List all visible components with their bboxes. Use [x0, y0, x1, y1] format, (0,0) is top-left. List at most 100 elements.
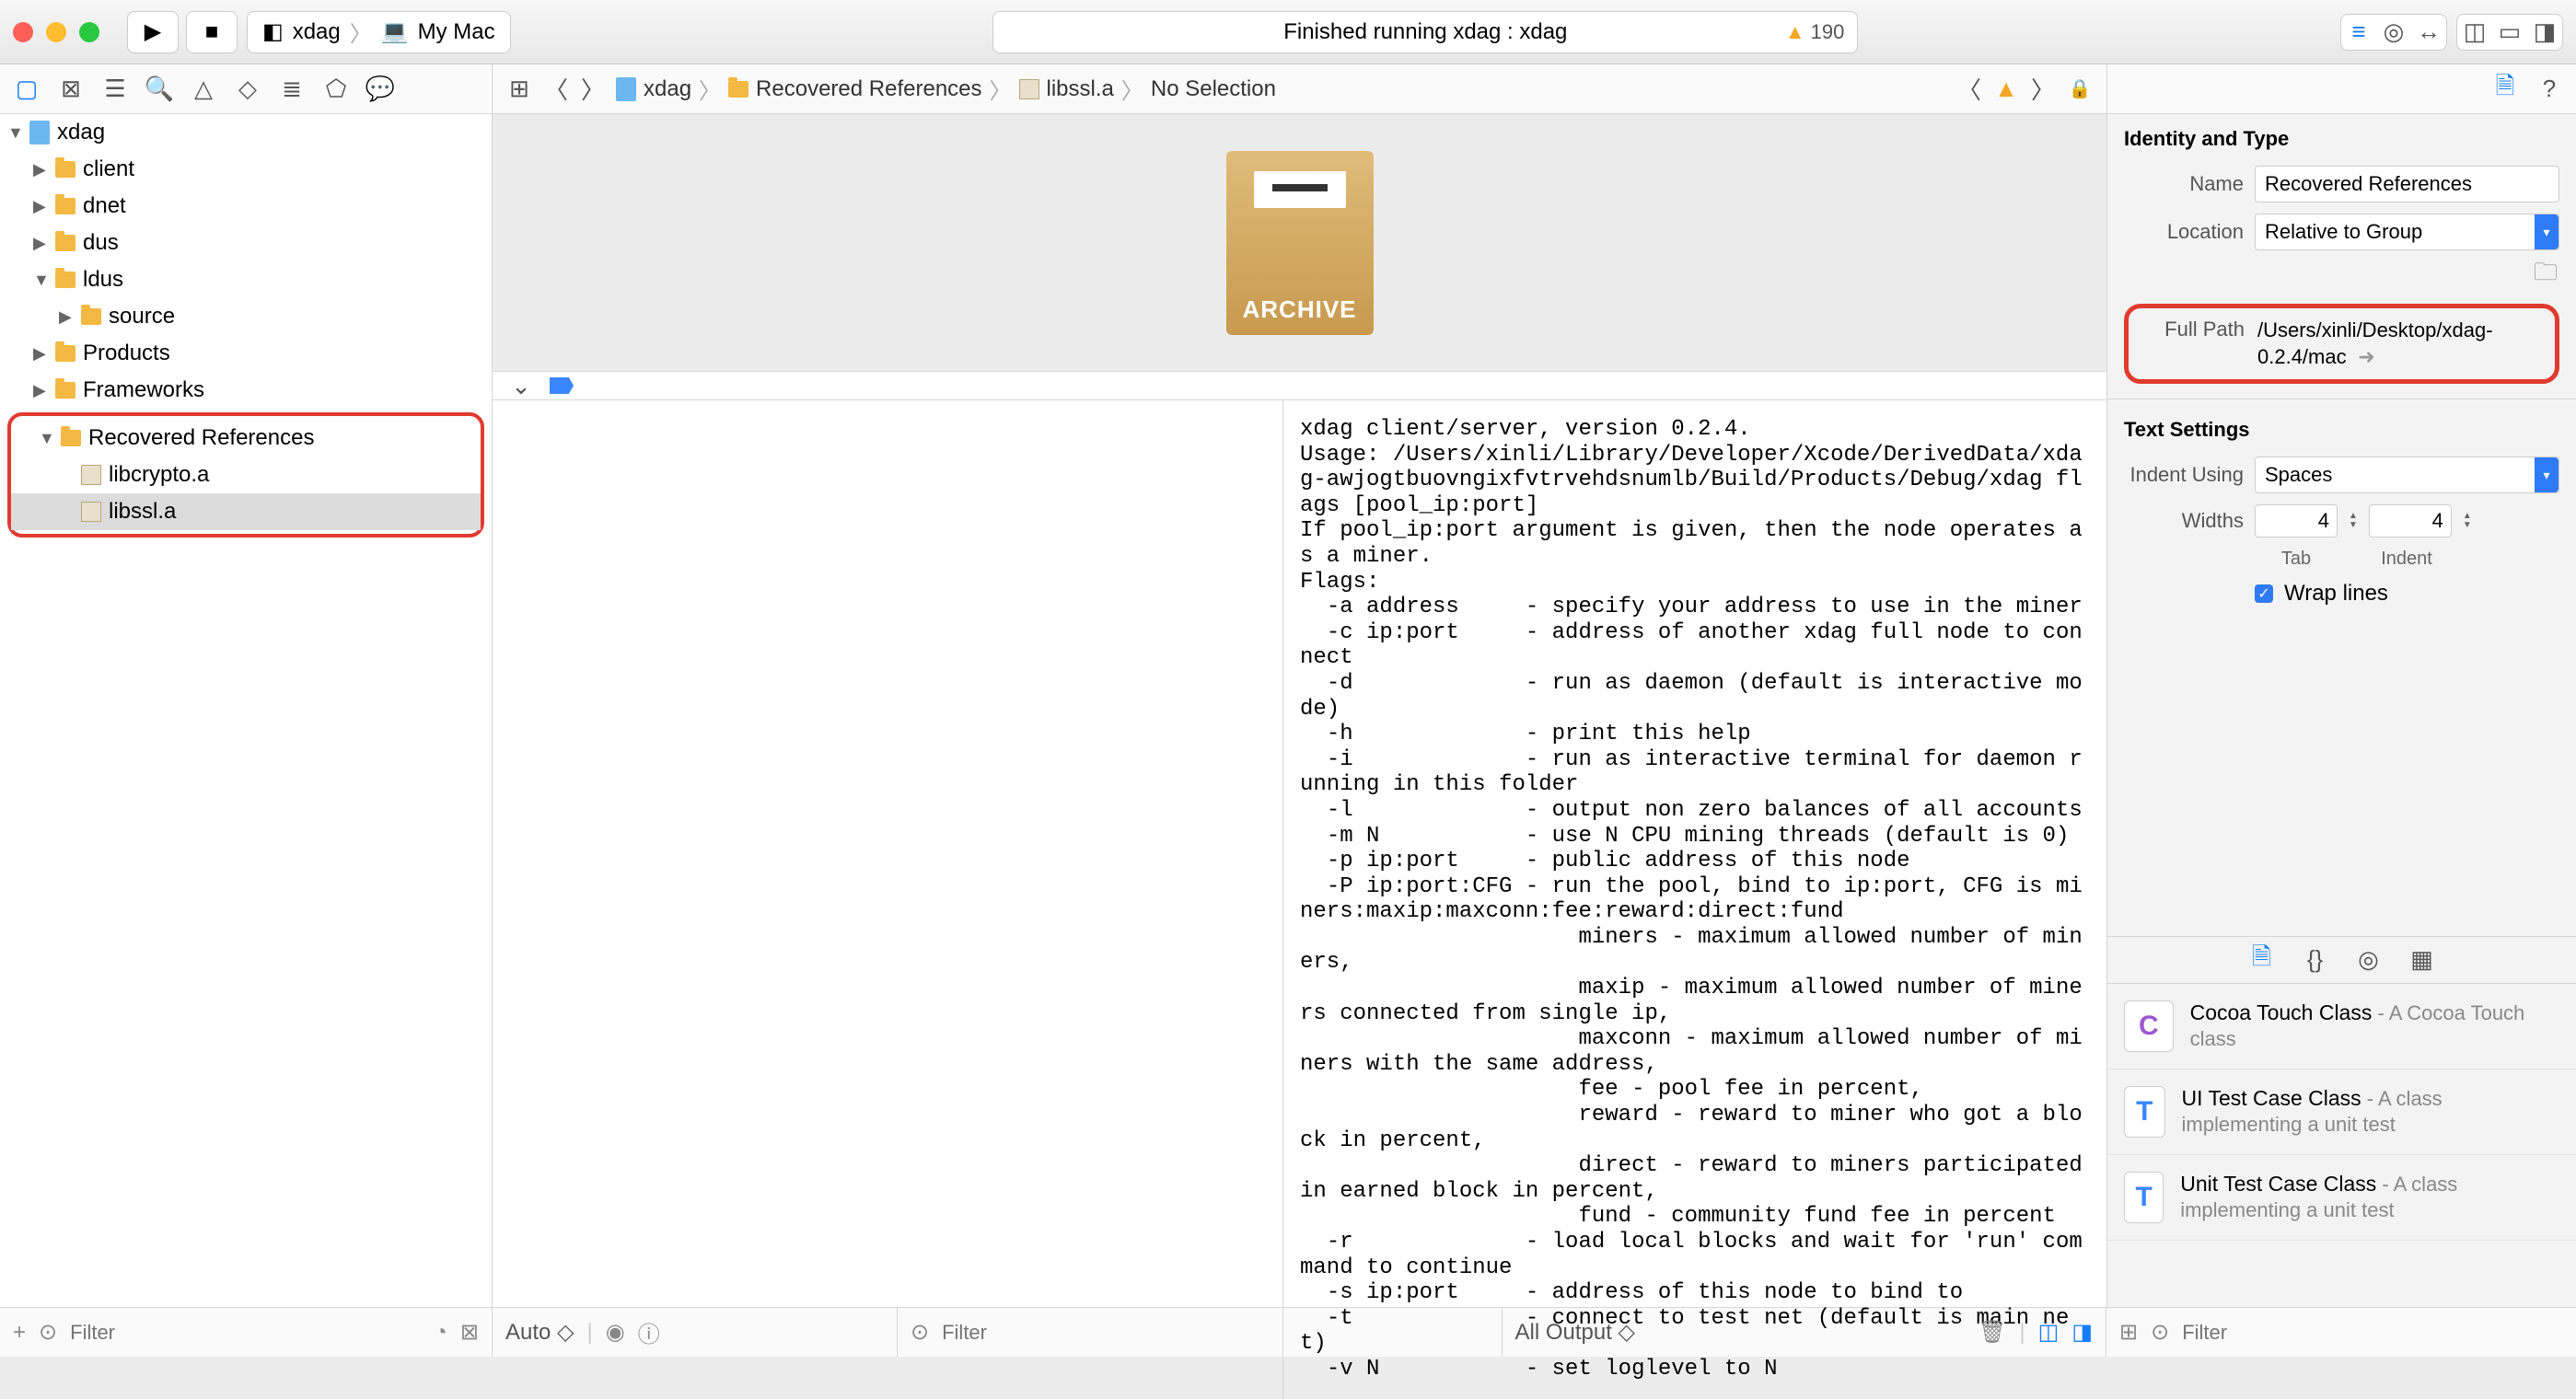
nav-back-icon[interactable]: 〈 [1955, 75, 1983, 103]
all-output-label[interactable]: All Output ◇ [1515, 1319, 1636, 1346]
file-inspector-icon[interactable]: 🗎 [2491, 75, 2519, 103]
tree-root[interactable]: ▼ xdag [0, 114, 492, 151]
reveal-arrow-icon[interactable]: ➜ [2358, 345, 2374, 368]
minimize-window[interactable] [46, 22, 66, 42]
activity-status[interactable]: Finished running xdag : xdag ▲190 [992, 11, 1858, 53]
zoom-window[interactable] [79, 22, 99, 42]
library-item[interactable]: T UI Test Case Class - A class implement… [2107, 1069, 2576, 1155]
lock-icon[interactable] [2066, 75, 2094, 103]
back-icon[interactable]: 〈 [542, 75, 570, 103]
library-item[interactable]: C Cocoa Touch Class - A Cocoa Touch clas… [2107, 984, 2576, 1069]
find-navigator-icon[interactable]: 🔍 [145, 75, 173, 103]
tag-icon[interactable] [550, 377, 574, 394]
tab-width-field[interactable] [2255, 504, 2338, 538]
indent-using-select[interactable]: Spaces ▾ [2255, 457, 2559, 493]
version-editor-icon[interactable]: ↔ [2415, 18, 2443, 46]
code-snippet-tab-icon[interactable]: {} [2302, 946, 2329, 974]
fullpath-label: Full Path [2143, 318, 2245, 341]
toggle-navigator-icon[interactable]: ◫ [2461, 18, 2489, 46]
name-field[interactable] [2255, 166, 2559, 202]
standard-editor-icon[interactable]: ≡ [2345, 18, 2373, 46]
forward-icon[interactable]: 〉 [579, 75, 607, 103]
indent-using-label: Indent Using [2124, 463, 2244, 487]
project-navigator-icon[interactable]: ▢ [13, 75, 41, 103]
quick-help-icon[interactable]: ? [2535, 75, 2563, 103]
symbol-navigator-icon[interactable]: ☰ [101, 75, 129, 103]
folder-icon [728, 81, 748, 98]
variables-filter-input[interactable] [942, 1321, 1488, 1345]
stop-button[interactable]: ■ [186, 11, 238, 53]
close-window[interactable] [13, 22, 33, 42]
test-navigator-icon[interactable]: ◇ [234, 75, 261, 103]
media-tab-icon[interactable]: ▦ [2408, 946, 2436, 974]
auto-label[interactable]: Auto ◇ [505, 1319, 574, 1346]
inspector-panel: Identity and Type Name Location Relative… [2106, 114, 2576, 1307]
run-button[interactable]: ▶ [127, 11, 179, 53]
eye-icon[interactable]: ◉ [606, 1319, 625, 1346]
indent-width-field[interactable] [2369, 504, 2452, 538]
text-settings-title: Text Settings [2107, 405, 2576, 451]
object-tab-icon[interactable]: ◎ [2355, 946, 2383, 974]
breadcrumb[interactable]: xdag〉 Recovered References〉 libssl.a〉 No… [616, 73, 1276, 105]
dropdown-icon[interactable]: ⌄ [507, 372, 535, 399]
folder-icon [55, 272, 75, 288]
recent-icon[interactable]: ◔ [434, 1320, 447, 1346]
navigator-filter-input[interactable] [70, 1321, 421, 1345]
tree-item[interactable]: ▶dnet [0, 188, 492, 225]
library-item[interactable]: T Unit Test Case Class - A class impleme… [2107, 1155, 2576, 1241]
stop-icon: ■ [205, 19, 219, 45]
info-icon[interactable]: ⓘ [638, 1316, 660, 1348]
trash-icon[interactable]: 🗑 [1978, 1319, 2006, 1346]
tree-folder-recovered[interactable]: ▼ Recovered References [11, 420, 481, 457]
show-variables-icon[interactable]: ◫ [2038, 1319, 2060, 1346]
editor-area: ARCHIVE ⌄ xdag client/server, version 0.… [493, 114, 2106, 1307]
wrap-lines-checkbox[interactable]: ✓ [2255, 584, 2273, 603]
location-label: Location [2124, 220, 2244, 244]
scheme-destination: My Mac [418, 19, 495, 45]
fullpath-value: /Users/xinli/Desktop/xdag-0.2.4/mac [2257, 318, 2493, 368]
report-navigator-icon[interactable]: 💬 [366, 75, 394, 103]
breakpoint-navigator-icon[interactable]: ⬠ [322, 75, 350, 103]
toggle-inspector-icon[interactable]: ◨ [2531, 18, 2559, 46]
tree-item[interactable]: ▶Frameworks [0, 372, 492, 409]
project-icon [616, 77, 636, 101]
file-template-tab-icon[interactable]: 🗎 [2248, 946, 2276, 974]
console-output[interactable]: xdag client/server, version 0.2.4. Usage… [1283, 400, 2106, 1399]
scm-icon[interactable]: ⊠ [460, 1319, 479, 1346]
variables-view[interactable] [493, 400, 1283, 1399]
toggle-debug-icon[interactable]: ▭ [2496, 18, 2524, 46]
related-items-icon[interactable]: ⊞ [505, 75, 533, 103]
tree-item-libcrypto[interactable]: libcrypto.a [11, 457, 481, 493]
folder-icon [55, 198, 75, 214]
identity-section-title: Identity and Type [2107, 114, 2576, 160]
wrap-lines-label: Wrap lines [2284, 581, 2388, 607]
issue-navigator-icon[interactable]: △ [190, 75, 217, 103]
tree-item[interactable]: ▶Products [0, 335, 492, 372]
archive-label: ARCHIVE [1242, 295, 1356, 324]
source-control-icon[interactable]: ⊠ [57, 75, 85, 103]
debug-navigator-icon[interactable]: ≣ [278, 75, 306, 103]
scheme-selector[interactable]: ◧ xdag 〉 💻 My Mac [247, 11, 511, 53]
tree-item[interactable]: ▶dus [0, 225, 492, 261]
file-preview: ARCHIVE [493, 114, 2106, 372]
tree-item[interactable]: ▶source [0, 298, 492, 335]
nav-forward-icon[interactable]: 〉 [2029, 75, 2057, 103]
indent-stepper[interactable]: ▲▼ [2463, 512, 2472, 530]
tree-item[interactable]: ▶client [0, 151, 492, 188]
add-icon[interactable]: + [13, 1320, 26, 1346]
archive-icon [81, 465, 101, 485]
target-icon: ◧ [262, 18, 284, 45]
grid-icon[interactable]: ⊞ [2119, 1319, 2138, 1346]
archive-icon [81, 502, 101, 522]
tab-stepper[interactable]: ▲▼ [2349, 512, 2358, 530]
assistant-editor-icon[interactable]: ◎ [2380, 18, 2408, 46]
folder-icon [55, 161, 75, 178]
nav-warning-icon[interactable]: ▲ [1992, 75, 2020, 103]
library-filter-input[interactable] [2182, 1321, 2563, 1345]
show-console-icon[interactable]: ◨ [2071, 1319, 2093, 1346]
tree-item-libssl[interactable]: libssl.a [11, 493, 481, 530]
location-select[interactable]: Relative to Group ▾ [2255, 214, 2559, 250]
tree-item[interactable]: ▼ldus [0, 261, 492, 298]
scheme-name: xdag [293, 19, 341, 45]
folder-picker-icon[interactable]: 🗀 [2532, 261, 2559, 289]
